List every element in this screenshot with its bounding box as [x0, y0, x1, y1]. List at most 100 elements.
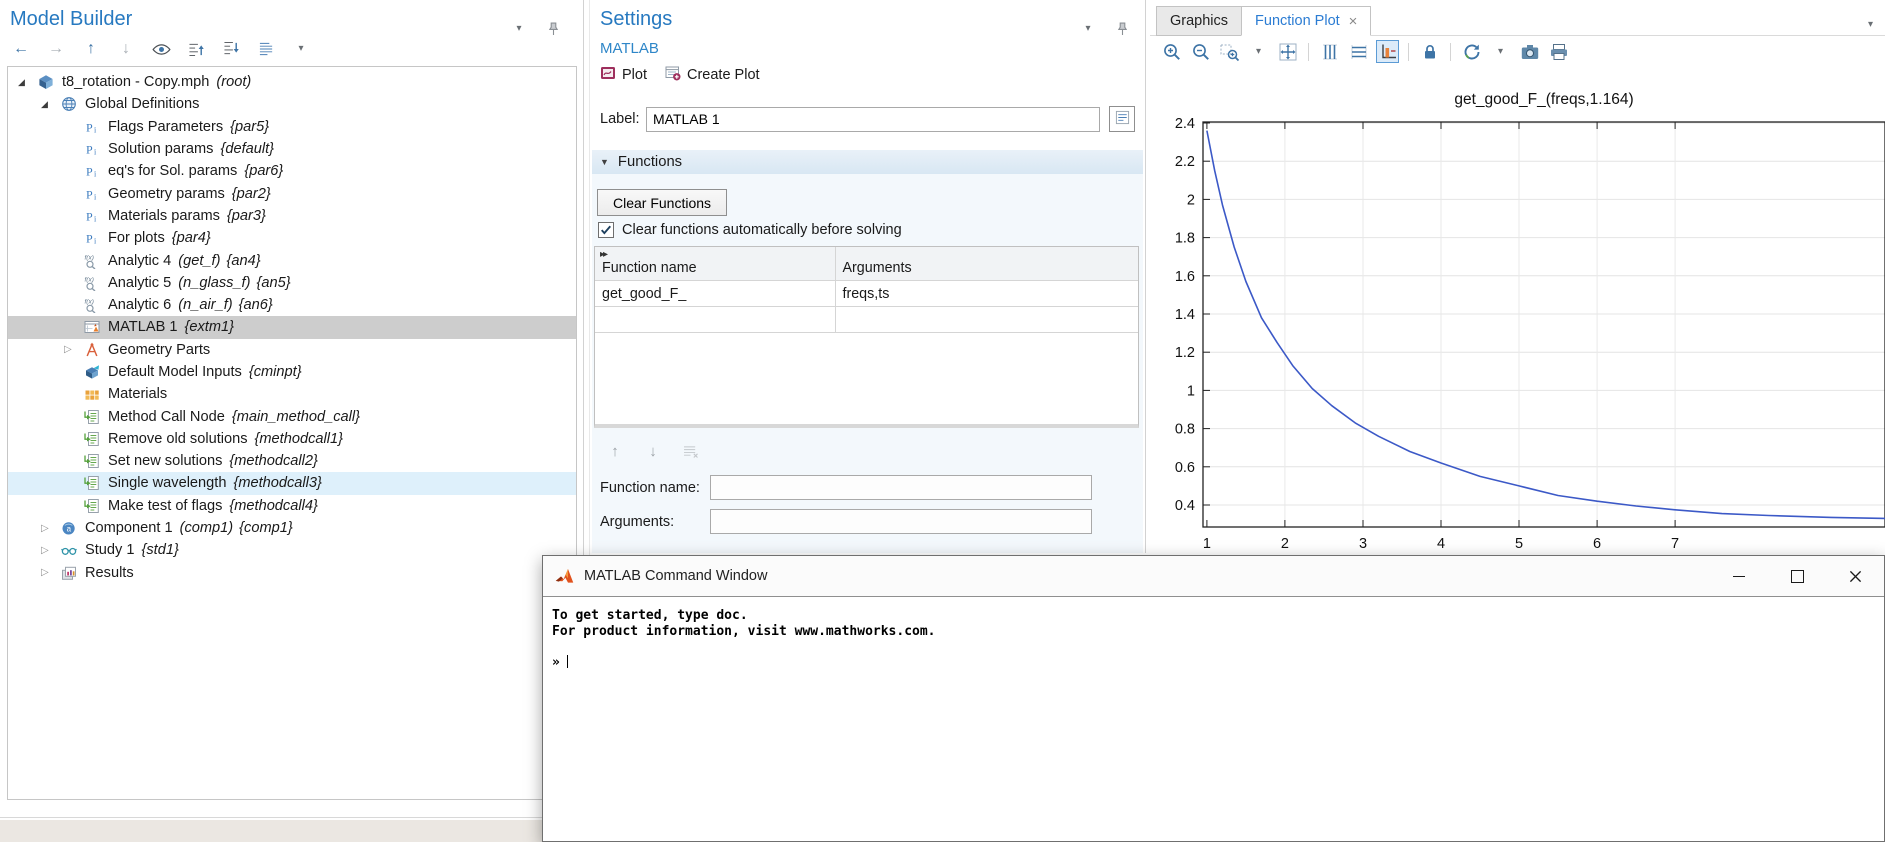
panel-splitter-right[interactable] — [1145, 0, 1146, 553]
collapse-arrow-icon[interactable]: ◢ — [41, 99, 61, 110]
grid-x-icon[interactable] — [1347, 40, 1370, 63]
label-edit-button[interactable] — [1109, 106, 1135, 132]
tree-item-solution-params[interactable]: PiSolution params{default} — [8, 138, 576, 160]
arguments-input[interactable] — [710, 509, 1092, 534]
method-call-icon — [84, 453, 101, 469]
tree-item-eq-s-for-sol-params[interactable]: Pieq's for Sol. params{par6} — [8, 160, 576, 182]
tree-item-set-new-solutions[interactable]: Set new solutions{methodcall2} — [8, 450, 576, 472]
column-header-arguments[interactable]: Arguments — [835, 247, 1138, 281]
matlab-window-titlebar[interactable]: MATLAB Command Window — [543, 556, 1884, 597]
print-icon[interactable] — [1547, 40, 1570, 63]
tree-item-for-plots[interactable]: PiFor plots{par4} — [8, 227, 576, 249]
tab-function-plot[interactable]: Function Plot × — [1241, 6, 1371, 36]
cell-function-name[interactable] — [595, 307, 835, 333]
lock-axis-icon[interactable] — [1418, 40, 1441, 63]
move-up-icon[interactable]: ↑ — [80, 38, 102, 60]
auto-clear-checkbox[interactable] — [598, 222, 614, 238]
tree-item-results[interactable]: ▷Results — [8, 562, 576, 584]
tree-item-single-wavelength[interactable]: Single wavelength{methodcall3} — [8, 472, 576, 494]
svg-text:P: P — [86, 232, 93, 246]
cell-arguments[interactable]: freqs,ts — [835, 281, 1138, 307]
tree-item-materials[interactable]: Materials — [8, 383, 576, 405]
toolbar-separator — [1408, 43, 1409, 61]
model-inputs-icon — [84, 364, 101, 380]
tree-item-geometry-params[interactable]: PiGeometry params{par2} — [8, 182, 576, 204]
matlab-command-window[interactable]: MATLAB Command Window To get started, ty… — [542, 555, 1885, 842]
function-row[interactable]: get_good_F_freqs,ts — [595, 281, 1138, 307]
nav-back-icon[interactable]: ← — [10, 38, 32, 60]
close-icon[interactable]: × — [1349, 14, 1358, 29]
auto-clear-row: Clear functions automatically before sol… — [598, 222, 902, 238]
functions-section-header[interactable]: ▼ Functions — [592, 150, 1143, 174]
graphics-menu-icon[interactable]: ▾ — [1868, 14, 1873, 32]
tree-item-geometry-parts[interactable]: ▷Geometry Parts — [8, 339, 576, 361]
cell-arguments[interactable] — [835, 307, 1138, 333]
node-text-icon[interactable] — [255, 38, 277, 60]
tree-item-matlab-1[interactable]: MATLAB 1{extm1} — [8, 316, 576, 338]
collapse-all-icon[interactable] — [220, 38, 242, 60]
tree-item-default-model-inputs[interactable]: Default Model Inputs{cminpt} — [8, 361, 576, 383]
cell-function-name[interactable]: get_good_F_ — [595, 281, 835, 307]
create-plot-button[interactable]: Create Plot — [665, 65, 760, 85]
expand-arrow-icon[interactable]: ▷ — [41, 567, 61, 578]
function-row[interactable] — [595, 307, 1138, 333]
tab-graphics[interactable]: Graphics — [1156, 6, 1242, 36]
plot-canvas[interactable]: get_good_F_(freqs,1.164) 12345670.40.60.… — [1150, 64, 1885, 553]
nav-forward-icon[interactable]: → — [45, 38, 67, 60]
tree-item-label: Solution params — [108, 141, 213, 157]
tree-item-analytic-6[interactable]: f(x)Analytic 6(n_air_f){an6} — [8, 294, 576, 316]
dropdown-icon[interactable]: ▾ — [290, 38, 312, 60]
dropdown-icon[interactable]: ▾ — [1489, 40, 1512, 63]
grid-y-icon[interactable] — [1318, 40, 1341, 63]
expand-arrow-icon[interactable]: ▷ — [41, 523, 61, 534]
zoom-out-icon[interactable] — [1189, 40, 1212, 63]
dropdown-icon[interactable]: ▾ — [1247, 40, 1270, 63]
expand-arrow-icon[interactable]: ▷ — [64, 344, 84, 355]
svg-text:0.4: 0.4 — [1175, 498, 1195, 514]
expand-all-icon[interactable] — [185, 38, 207, 60]
model-builder-panel: Model Builder ▾ ←→↑↓▾ ◢t8_rotation - Cop… — [0, 0, 578, 842]
matlab-window-title: MATLAB Command Window — [584, 568, 767, 584]
refresh-icon[interactable] — [1460, 40, 1483, 63]
zoom-extents-icon[interactable] — [1276, 40, 1299, 63]
tree-item-make-test-of-flags[interactable]: Make test of flags{methodcall4} — [8, 495, 576, 517]
clear-table-icon[interactable] — [680, 440, 702, 462]
collapse-arrow-icon[interactable]: ◢ — [18, 77, 38, 88]
table-corner-icon[interactable]: ▸▸ — [600, 249, 606, 260]
pin-icon[interactable] — [1111, 18, 1133, 40]
move-row-up-icon[interactable]: ↑ — [604, 440, 626, 462]
tree-item-materials-params[interactable]: PiMaterials params{par3} — [8, 205, 576, 227]
move-row-down-icon[interactable]: ↓ — [642, 440, 664, 462]
axis-settings-icon[interactable] — [1376, 40, 1399, 63]
panel-menu-icon[interactable]: ▾ — [1077, 18, 1099, 40]
clear-functions-button[interactable]: Clear Functions — [597, 189, 727, 216]
tree-item-component-1[interactable]: ▷aComponent 1(comp1){comp1} — [8, 517, 576, 539]
show-icon[interactable] — [150, 38, 172, 60]
panel-menu-icon[interactable]: ▾ — [508, 18, 530, 40]
zoom-box-icon[interactable] — [1218, 40, 1241, 63]
move-down-icon[interactable]: ↓ — [115, 38, 137, 60]
expand-arrow-icon[interactable]: ▷ — [41, 545, 61, 556]
tree-item-method-call-node[interactable]: Method Call Node{main_method_call} — [8, 405, 576, 427]
maximize-button[interactable] — [1768, 556, 1826, 596]
tree-item-global-definitions[interactable]: ◢Global Definitions — [8, 93, 576, 115]
matlab-console[interactable]: To get started, type doc.For product inf… — [543, 597, 1884, 681]
close-x-icon — [1849, 570, 1862, 583]
column-header-function-name[interactable]: ▸▸ Function name — [595, 247, 835, 281]
tree-item-label: Study 1 — [85, 542, 135, 558]
tree-item-t8-rotation-copy-mph[interactable]: ◢t8_rotation - Copy.mph(root) — [8, 71, 576, 93]
plot-button[interactable]: Plot — [600, 65, 647, 85]
close-button[interactable] — [1826, 556, 1884, 596]
tree-item-flags-parameters[interactable]: PiFlags Parameters{par5} — [8, 116, 576, 138]
pin-icon[interactable] — [542, 18, 564, 40]
matlab-logo-icon — [554, 567, 575, 585]
label-input[interactable] — [646, 107, 1100, 132]
zoom-in-icon[interactable] — [1160, 40, 1183, 63]
tree-item-analytic-4[interactable]: f(x)Analytic 4(get_f){an4} — [8, 249, 576, 271]
function-name-input[interactable] — [710, 475, 1092, 500]
tree-item-analytic-5[interactable]: f(x)Analytic 5(n_glass_f){an5} — [8, 272, 576, 294]
snapshot-icon[interactable] — [1518, 40, 1541, 63]
tree-item-remove-old-solutions[interactable]: Remove old solutions{methodcall1} — [8, 428, 576, 450]
tree-item-study-1[interactable]: ▷Study 1{std1} — [8, 539, 576, 561]
minimize-button[interactable] — [1710, 556, 1768, 596]
